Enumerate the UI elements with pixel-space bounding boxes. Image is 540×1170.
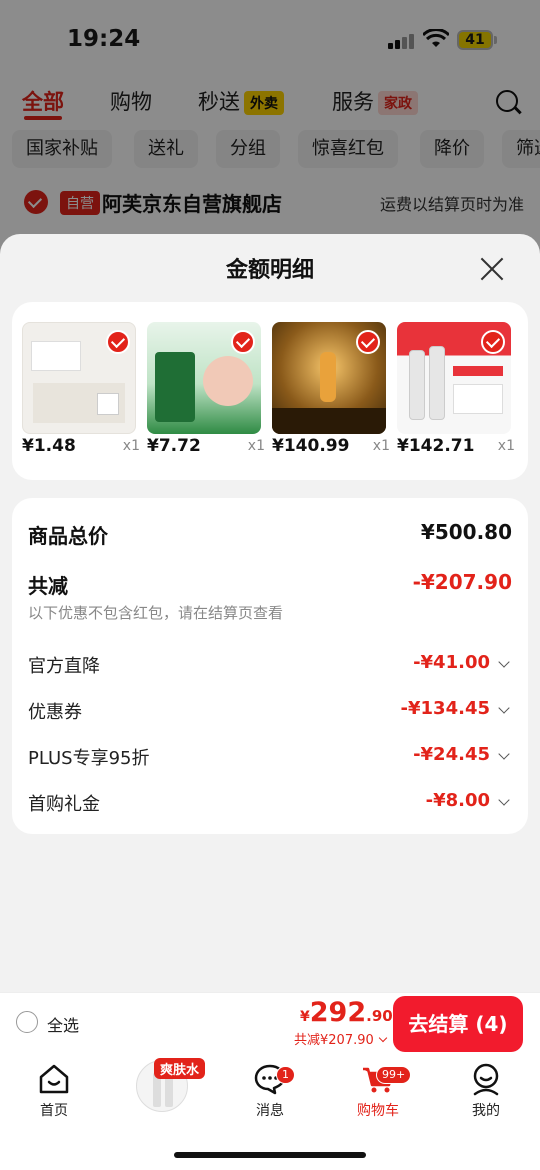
discount-coupon-label: 优惠券 [28,702,82,723]
total-payable: ¥292.90 [300,997,393,1028]
product-check-icon[interactable] [481,330,505,354]
selected-products: ¥1.48 x1 ¥7.72 x1 ¥140.99 x1 ¥142.71 x1 [12,302,528,480]
select-all-label[interactable]: 全选 [47,1012,79,1036]
discount-official-label: 官方直降 [28,656,100,677]
product-item[interactable]: ¥1.48 x1 [22,322,140,462]
total-price-label: 商品总价 [28,524,108,548]
discount-plus-value[interactable]: -¥24.45 [413,744,490,765]
product-item[interactable]: ¥140.99 x1 [272,322,390,462]
product-item[interactable]: ¥7.72 x1 [147,322,265,462]
product-price: ¥142.71 [397,436,475,456]
close-icon[interactable] [479,256,505,282]
sheet-title: 金额明细 [225,258,314,283]
product-item[interactable]: ¥142.71 x1 [397,322,515,462]
product-check-icon[interactable] [106,330,130,354]
discount-coupon-value[interactable]: -¥134.45 [401,698,490,719]
nav-cart[interactable]: 购物车 99+ [338,1062,418,1120]
select-all-radio[interactable] [16,1011,38,1033]
promo-tag[interactable]: 爽肤水 [154,1058,206,1079]
price-summary: 商品总价 ¥500.80 共减 -¥207.90 以下优惠不包含红包，请在结算页… [12,498,528,834]
modal-overlay[interactable] [0,0,540,260]
price-symbol: ¥ [300,1009,310,1025]
total-discount-text: 共减¥207.90 [294,1033,374,1048]
discount-plus-label: PLUS专享95折 [28,748,150,769]
price-decimal: .90 [366,1007,393,1025]
product-check-icon[interactable] [231,330,255,354]
chevron-down-icon[interactable] [498,794,510,806]
profile-icon [473,1063,499,1096]
product-check-icon[interactable] [356,330,380,354]
product-qty: x1 [497,438,515,454]
nav-cart-label: 购物车 [357,1103,399,1119]
price-integer: 292 [309,997,367,1028]
checkout-bar: 全选 ¥292.90 共减¥207.90 去结算 (4) [0,992,540,1054]
product-qty: x1 [122,438,140,454]
total-discount-value: -¥207.90 [412,570,512,594]
nav-me-label: 我的 [472,1103,500,1119]
product-price: ¥140.99 [272,436,350,456]
nav-me[interactable]: 我的 [446,1062,526,1120]
nav-home[interactable]: 首页 [14,1062,94,1120]
amount-detail-sheet: 金额明细 ¥1.48 x1 ¥7.72 x1 ¥140.99 x1 ¥142.7… [0,234,540,994]
chevron-down-icon[interactable] [498,702,510,714]
nav-messages-label: 消息 [256,1103,284,1119]
product-price: ¥1.48 [22,436,76,456]
chevron-down-icon[interactable] [498,748,510,760]
message-badge: 1 [276,1066,295,1084]
product-qty: x1 [247,438,265,454]
nav-messages[interactable]: 消息 1 [230,1062,310,1120]
total-discount-label: 共减 [28,574,68,598]
discount-firstbuy-value[interactable]: -¥8.00 [426,790,490,811]
chevron-down-icon [378,1033,388,1043]
discount-official-value[interactable]: -¥41.00 [413,652,490,673]
nav-home-label: 首页 [40,1103,68,1119]
checkout-button[interactable]: 去结算 (4) [393,996,523,1052]
chevron-down-icon[interactable] [498,656,510,668]
cart-badge: 99+ [376,1066,412,1084]
discount-firstbuy-label: 首购礼金 [28,794,100,815]
discount-note: 以下优惠不包含红包，请在结算页查看 [28,604,284,622]
home-icon [39,1064,69,1094]
total-discount-toggle[interactable]: 共减¥207.90 [294,1029,388,1048]
home-indicator [174,1152,366,1158]
product-qty: x1 [372,438,390,454]
product-price: ¥7.72 [147,436,201,456]
total-price-value: ¥500.80 [420,520,512,544]
